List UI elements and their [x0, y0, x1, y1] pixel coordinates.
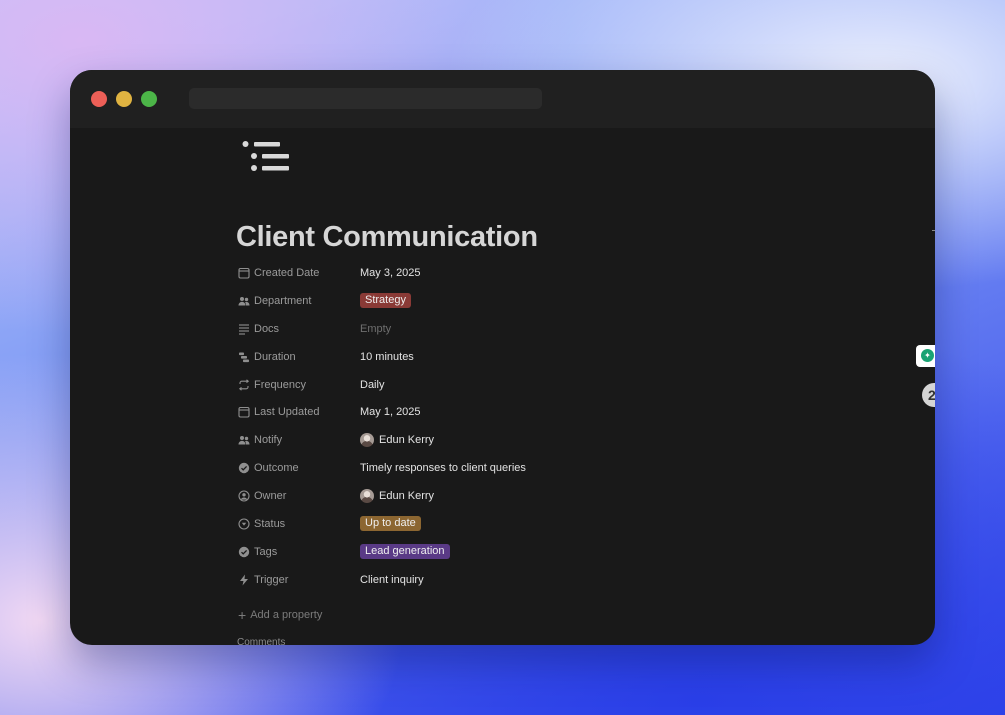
title-bar: [70, 70, 935, 128]
check-circle-icon: [238, 462, 250, 474]
property-label[interactable]: Owner: [236, 490, 360, 502]
property-label[interactable]: Status: [236, 518, 360, 530]
property-value[interactable]: 10 minutes: [360, 351, 414, 363]
tag-badge: Lead generation: [360, 544, 450, 560]
property-label[interactable]: Last Updated: [236, 406, 360, 418]
property-row[interactable]: Notify Edun Kerry: [236, 426, 756, 454]
property-value[interactable]: Empty: [360, 323, 391, 335]
text-lines-icon: [238, 323, 250, 335]
bulleted-list-icon[interactable]: [242, 140, 290, 178]
property-label[interactable]: Frequency: [236, 379, 360, 391]
property-row[interactable]: Duration 10 minutes: [236, 343, 756, 371]
property-label[interactable]: Trigger: [236, 574, 360, 586]
property-label[interactable]: Department: [236, 295, 360, 307]
property-value-text: Daily: [360, 378, 385, 391]
property-label[interactable]: Duration: [236, 351, 360, 363]
calendar-icon: [238, 267, 250, 279]
property-row[interactable]: Status Up to date: [236, 510, 756, 538]
property-label-text: Trigger: [254, 573, 289, 586]
property-value-text: 10 minutes: [360, 350, 414, 363]
property-row[interactable]: Tags Lead generation: [236, 538, 756, 566]
property-value[interactable]: Client inquiry: [360, 574, 424, 586]
calendar-icon: [238, 406, 250, 418]
lightning-icon: [238, 574, 250, 586]
duration-icon: [238, 351, 250, 363]
property-value[interactable]: Up to date: [360, 516, 421, 532]
property-value-text: Empty: [360, 322, 392, 335]
property-value[interactable]: Daily: [360, 379, 384, 391]
property-value-text: Client inquiry: [360, 573, 424, 586]
property-label[interactable]: Tags: [236, 546, 360, 558]
minimize-window-button[interactable]: [116, 91, 132, 107]
add-property-button[interactable]: + Add a property: [236, 607, 322, 623]
person-name: Edun Kerry: [379, 434, 435, 447]
add-property-label: Add a property: [250, 609, 323, 621]
property-row[interactable]: Docs Empty: [236, 315, 756, 343]
property-row[interactable]: Trigger Client inquiry: [236, 566, 756, 594]
maximize-window-button[interactable]: [141, 91, 157, 107]
plus-icon: +: [238, 607, 247, 623]
comments-heading: Comments: [237, 637, 286, 645]
close-window-button[interactable]: [91, 91, 107, 107]
status-icon: [238, 518, 250, 530]
property-label[interactable]: Docs: [236, 323, 360, 335]
app-window: Client Communication Created Date May 3, …: [70, 70, 935, 645]
property-label[interactable]: Notify: [236, 434, 360, 446]
avatar: [360, 433, 374, 448]
property-value[interactable]: May 3, 2025: [360, 267, 421, 279]
property-value-text: Timely responses to client queries: [360, 462, 526, 475]
property-value[interactable]: Strategy: [360, 293, 411, 309]
property-row[interactable]: Department Strategy: [236, 287, 756, 315]
address-bar[interactable]: [189, 88, 542, 109]
property-row[interactable]: Outcome Timely responses to client querie…: [236, 454, 756, 482]
property-label-text: Duration: [254, 350, 296, 363]
property-value[interactable]: Edun Kerry: [360, 489, 435, 504]
tag-badge: Up to date: [360, 516, 421, 532]
repeat-icon: [238, 378, 250, 391]
lightbulb-icon: ✦: [921, 349, 934, 362]
people-icon: [238, 295, 250, 307]
people-icon: [238, 434, 250, 446]
assistant-button[interactable]: ✦: [916, 345, 935, 367]
property-value[interactable]: Edun Kerry: [360, 433, 435, 448]
property-value[interactable]: Timely responses to client queries: [360, 462, 526, 474]
scroll-indicator: [932, 230, 935, 231]
property-label-text: Notify: [254, 434, 283, 447]
property-row[interactable]: Created Date May 3, 2025: [236, 259, 756, 287]
property-label-text: Frequency: [254, 378, 306, 391]
property-label[interactable]: Outcome: [236, 462, 360, 474]
property-value[interactable]: Lead generation: [360, 544, 450, 560]
property-row[interactable]: Last Updated May 1, 2025: [236, 398, 756, 426]
property-value-text: May 3, 2025: [360, 266, 421, 279]
person-circle-icon: [238, 490, 250, 502]
properties-list: Created Date May 3, 2025 Department Strateg…: [236, 259, 756, 594]
avatar: [360, 489, 374, 504]
property-label-text: Last Updated: [254, 406, 320, 419]
property-value-text: May 1, 2025: [360, 406, 421, 419]
property-label-text: Owner: [254, 490, 287, 503]
property-label-text: Docs: [254, 322, 280, 335]
page-content: Client Communication Created Date May 3, …: [70, 128, 935, 645]
property-label-text: Status: [254, 517, 286, 530]
page-title[interactable]: Client Communication: [236, 221, 538, 254]
property-row[interactable]: Frequency Daily: [236, 371, 756, 399]
property-label-text: Department: [254, 294, 312, 307]
property-value[interactable]: May 1, 2025: [360, 406, 421, 418]
property-label-text: Created Date: [254, 266, 320, 279]
property-label-text: Tags: [254, 545, 278, 558]
property-label-text: Outcome: [254, 462, 299, 475]
person-name: Edun Kerry: [379, 490, 435, 503]
property-label[interactable]: Created Date: [236, 267, 360, 279]
check-circle-icon: [238, 546, 250, 558]
property-row[interactable]: Owner Edun Kerry: [236, 482, 756, 510]
tag-badge: Strategy: [360, 293, 411, 309]
